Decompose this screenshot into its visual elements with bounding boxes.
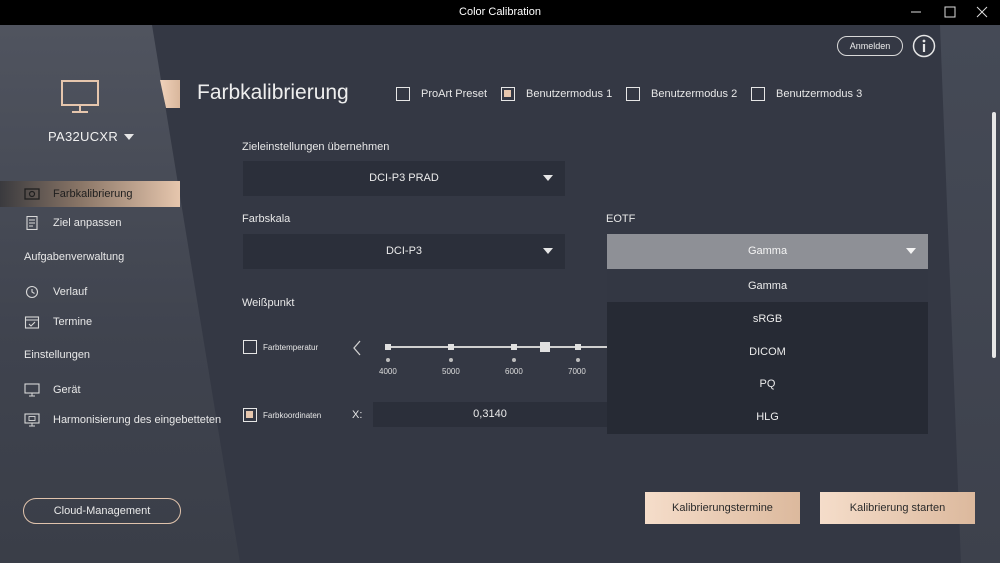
checkbox[interactable]: [396, 87, 410, 101]
chevron-left-icon[interactable]: [352, 340, 362, 356]
sidebar-item-ziel-anpassen[interactable]: Ziel anpassen: [0, 210, 180, 236]
cloud-management-button[interactable]: Cloud-Management: [23, 498, 181, 524]
dropdown-option-dicom[interactable]: DICOM: [607, 336, 928, 368]
dropdown-option-srgb[interactable]: sRGB: [607, 303, 928, 335]
checkbox[interactable]: [243, 340, 257, 354]
title-bar: Color Calibration: [0, 0, 1000, 25]
slider-marker-dot: [576, 358, 580, 362]
calendar-icon: [24, 316, 40, 329]
maximize-icon: [944, 6, 956, 18]
sidebar-item-termine[interactable]: Termine: [0, 309, 180, 335]
x-coordinate-input[interactable]: 0,3140: [373, 402, 607, 427]
window-title: Color Calibration: [459, 6, 541, 18]
dropdown-option-pq[interactable]: PQ: [607, 368, 928, 400]
camera-icon: [24, 188, 40, 200]
target-settings-label: Zieleinstellungen übernehmen: [242, 141, 390, 153]
slider-marker-dot: [386, 358, 390, 362]
sidebar-item-verlauf[interactable]: Verlauf: [0, 279, 180, 305]
embedded-monitor-icon: [24, 413, 40, 427]
slider-tick-label: 7000: [568, 367, 586, 376]
slider-marker-dot: [449, 358, 453, 362]
checkbox-label: Benutzermodus 1: [526, 88, 613, 100]
eotf-select[interactable]: Gamma: [607, 234, 928, 269]
section-heading-tasks: Aufgabenverwaltung: [24, 251, 125, 263]
checkbox-label: ProArt Preset: [421, 88, 488, 100]
gamut-label: Farbskala: [242, 213, 291, 225]
slider-tick-label: 5000: [442, 367, 460, 376]
login-button[interactable]: Anmelden: [837, 36, 903, 56]
slider-tick[interactable]: [575, 344, 581, 350]
page-title: Farbkalibrierung: [197, 81, 349, 104]
calibration-schedule-button[interactable]: Kalibrierungstermine: [645, 492, 800, 524]
dropdown-option-hlg[interactable]: HLG: [607, 401, 928, 433]
sidebar-item-label: Gerät: [53, 384, 81, 396]
select-value: DCI-P3: [385, 245, 423, 257]
right-decor-panel: [940, 25, 1000, 563]
whitepoint-label: Weißpunkt: [242, 297, 295, 309]
slider-marker-dot: [512, 358, 516, 362]
slider-tick[interactable]: [385, 344, 391, 350]
slider-tick-label: 4000: [379, 367, 397, 376]
dropdown-option-gamma[interactable]: Gamma: [607, 270, 928, 302]
checkbox-label: Benutzermodus 2: [651, 88, 738, 100]
eotf-label: EOTF: [606, 213, 636, 225]
checkbox[interactable]: [626, 87, 640, 101]
target-settings-select[interactable]: DCI-P3 PRAD: [243, 161, 565, 196]
start-calibration-button[interactable]: Kalibrierung starten: [820, 492, 975, 524]
scrollbar[interactable]: [992, 112, 996, 358]
document-icon: [26, 216, 38, 230]
x-coordinate-label: X:: [352, 409, 363, 421]
close-button[interactable]: [962, 0, 1000, 25]
sidebar-item-label: Verlauf: [53, 286, 88, 298]
slider-handle[interactable]: [540, 342, 550, 352]
sidebar-item-geraet[interactable]: Gerät: [0, 377, 180, 403]
sidebar-item-label: Farbkalibrierung: [53, 188, 133, 200]
eotf-dropdown-list: Gamma sRGB DICOM PQ HLG: [607, 270, 928, 434]
sidebar-item-harmonisierung[interactable]: Harmonisierung des eingebetteten: [0, 407, 222, 433]
checkbox-label: Farbtemperatur: [263, 343, 319, 352]
chevron-down-icon[interactable]: [124, 134, 134, 140]
sidebar-item-label: Ziel anpassen: [53, 217, 122, 229]
select-value: DCI-P3 PRAD: [369, 172, 439, 184]
monitor-icon: [24, 383, 40, 397]
checkbox[interactable]: [501, 87, 515, 101]
monitor-icon: [61, 80, 99, 113]
checkbox-label: Benutzermodus 3: [776, 88, 863, 100]
sidebar-item-farbkalibrierung[interactable]: Farbkalibrierung: [0, 181, 180, 207]
slider-tick-label: 6000: [505, 367, 523, 376]
info-icon[interactable]: [912, 34, 936, 58]
slider-tick[interactable]: [448, 344, 454, 350]
section-heading-settings: Einstellungen: [24, 349, 91, 361]
chevron-down-icon: [906, 248, 916, 254]
minimize-icon: [911, 11, 921, 13]
temperature-slider-track[interactable]: [386, 346, 607, 348]
slider-tick[interactable]: [511, 344, 517, 350]
select-value: Gamma: [747, 245, 788, 257]
chevron-down-icon: [543, 248, 553, 254]
device-model[interactable]: PA32UCXR: [48, 129, 118, 144]
checkbox[interactable]: [243, 408, 257, 422]
sidebar-item-label: Termine: [53, 316, 93, 328]
gamut-select[interactable]: DCI-P3: [243, 234, 565, 269]
sidebar-item-label: Harmonisierung des eingebetteten: [53, 414, 222, 426]
checkbox-label: Farbkoordinaten: [263, 411, 322, 420]
history-icon: [25, 285, 39, 299]
close-icon: [976, 6, 988, 18]
chevron-down-icon: [543, 175, 553, 181]
checkbox[interactable]: [751, 87, 765, 101]
